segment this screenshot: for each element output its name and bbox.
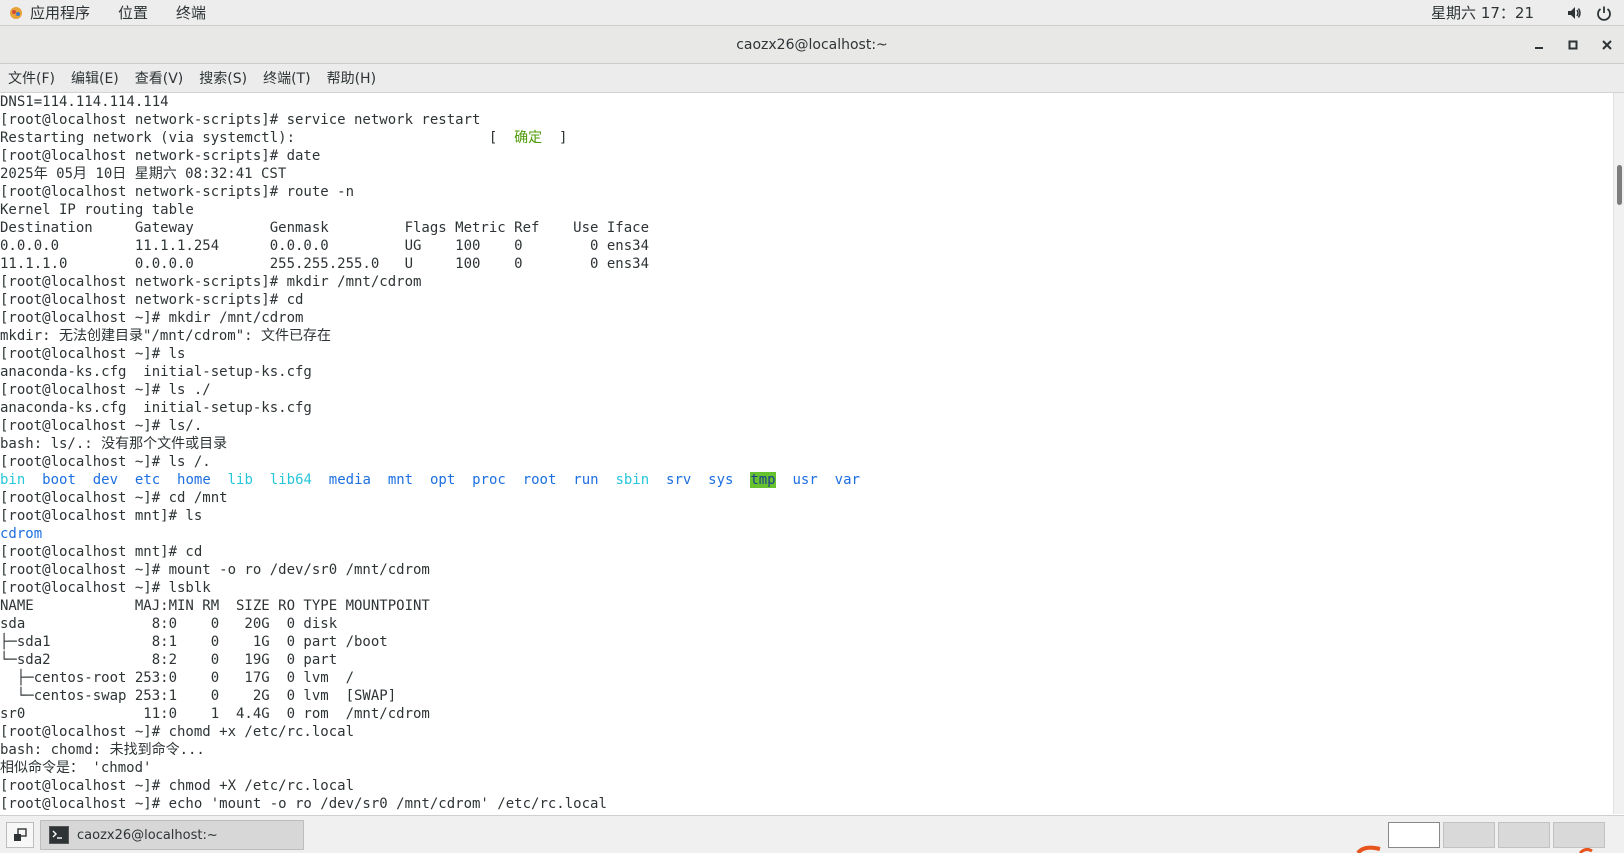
- terminal-line: [root@localhost network-scripts]# route …: [0, 184, 355, 200]
- ls-entry-home: home: [177, 472, 211, 488]
- scrollbar-thumb[interactable]: [1617, 165, 1622, 205]
- terminal-line: bash: chomd: 未找到命令...: [0, 742, 205, 758]
- terminal-line: [root@localhost network-scripts]# mkdir …: [0, 274, 422, 290]
- terminal-line: [root@localhost ~]# echo 'mount -o ro /d…: [0, 796, 607, 812]
- terminal-line: NAME MAJ:MIN RM SIZE RO TYPE MOUNTPOINT: [0, 598, 430, 614]
- taskbar-window-label: caozx26@localhost:~: [77, 827, 218, 843]
- ls-entry-etc: etc: [134, 472, 161, 488]
- terminal-line: └─centos-swap 253:1 0 2G 0 lvm [SWAP]: [0, 688, 397, 704]
- ls-entry-mnt: mnt: [387, 472, 414, 488]
- terminal-line: └─sda2 8:2 0 19G 0 part: [0, 652, 338, 668]
- annotation-mark: [1356, 845, 1593, 853]
- bottom-panel: caozx26@localhost:~: [0, 815, 1624, 853]
- terminal-line: anaconda-ks.cfg initial-setup-ks.cfg: [0, 364, 312, 380]
- terminal-line: sr0 11:0 1 4.4G 0 rom /mnt/cdrom: [0, 706, 430, 722]
- ls-entry-lib64: lib64: [269, 472, 312, 488]
- window-controls: [1522, 26, 1624, 63]
- terminal-app-menu[interactable]: 终端: [176, 2, 206, 23]
- menu-help[interactable]: 帮助(H): [327, 68, 376, 88]
- taskbar-terminal-window[interactable]: caozx26@localhost:~: [40, 820, 304, 850]
- terminal-line: anaconda-ks.cfg initial-setup-ks.cfg: [0, 400, 312, 416]
- terminal-output[interactable]: DNS1=114.114.114.114 [root@localhost net…: [0, 93, 1614, 814]
- power-icon[interactable]: [1594, 3, 1614, 23]
- terminal-line: mkdir: 无法创建目录"/mnt/cdrom": 文件已存在: [0, 328, 332, 344]
- terminal-line: [root@localhost ~]# ls /.: [0, 454, 211, 470]
- terminal-line: [root@localhost ~]# mkdir /mnt/cdrom: [0, 310, 304, 326]
- restart-close-bracket: ]: [559, 130, 568, 146]
- terminal-line: [root@localhost ~]# mount -o ro /dev/sr0…: [0, 562, 430, 578]
- terminal-line: [root@localhost ~]# lsblk: [0, 580, 211, 596]
- terminal-line: ├─centos-root 253:0 0 17G 0 lvm /: [0, 670, 355, 686]
- ls-entry-proc: proc: [472, 472, 506, 488]
- terminal-line: DNS1=114.114.114.114: [0, 94, 169, 110]
- terminal-line: sda 8:0 0 20G 0 disk: [0, 616, 338, 632]
- clock[interactable]: 星期六 17：21: [1431, 2, 1534, 23]
- terminal-line: bash: ls/.: 没有那个文件或目录: [0, 436, 228, 452]
- applications-menu[interactable]: 应用程序: [30, 2, 90, 23]
- terminal-line: 相似命令是： 'chmod': [0, 760, 152, 776]
- menu-edit[interactable]: 编辑(E): [71, 68, 119, 88]
- terminal-line: [root@localhost ~]# cd /mnt: [0, 490, 228, 506]
- terminal-line: Restarting network (via systemctl): [ 确定…: [0, 129, 1614, 147]
- top-panel-right: 星期六 17：21: [1431, 0, 1624, 25]
- terminal-line: [root@localhost ~]# chomd +x /etc/rc.loc…: [0, 724, 355, 740]
- ls-mnt-output: cdrom: [0, 526, 43, 542]
- menubar: 文件(F) 编辑(E) 查看(V) 搜索(S) 终端(T) 帮助(H): [0, 64, 1624, 93]
- terminal-line: [root@localhost ~]# ls: [0, 346, 186, 362]
- top-panel: 应用程序 位置 终端 星期六 17：21: [0, 0, 1624, 26]
- ls-entry-usr: usr: [792, 472, 818, 488]
- restart-line-text: Restarting network (via systemctl): [: [0, 130, 498, 146]
- terminal-line: [root@localhost mnt]# ls: [0, 508, 203, 524]
- ls-entry-dev: dev: [92, 472, 119, 488]
- maximize-icon[interactable]: [1556, 26, 1590, 63]
- window-titlebar[interactable]: caozx26@localhost:~: [0, 26, 1624, 64]
- terminal-line: [root@localhost ~]# ls ./: [0, 382, 211, 398]
- minimize-icon[interactable]: [1522, 26, 1556, 63]
- window-title: caozx26@localhost:~: [736, 36, 888, 53]
- terminal-line: [root@localhost network-scripts]# cd: [0, 292, 304, 308]
- menu-view[interactable]: 查看(V): [135, 68, 184, 88]
- terminal-icon: [49, 826, 69, 844]
- apps-icon[interactable]: [7, 4, 25, 22]
- terminal-line: [root@localhost mnt]# cd: [0, 544, 203, 560]
- volume-icon[interactable]: [1564, 3, 1584, 23]
- show-desktop-icon[interactable]: [6, 822, 34, 848]
- ls-entry-bin: bin: [0, 472, 26, 488]
- ls-entry-opt: opt: [429, 472, 456, 488]
- ls-entry-media: media: [328, 472, 371, 488]
- ls-entry-sys: sys: [708, 472, 734, 488]
- ls-entry-srv: srv: [666, 472, 692, 488]
- terminal-line: 11.1.1.0 0.0.0.0 255.255.255.0 U 100 0 0…: [0, 256, 650, 272]
- top-panel-left: 应用程序 位置 终端: [0, 0, 234, 25]
- close-icon[interactable]: [1590, 26, 1624, 63]
- terminal-line: ├─sda1 8:1 0 1G 0 part /boot: [0, 634, 388, 650]
- terminal-line: [root@localhost ~]# chmod +X /etc/rc.loc…: [0, 778, 355, 794]
- menu-file[interactable]: 文件(F): [8, 68, 55, 88]
- places-menu[interactable]: 位置: [118, 2, 148, 23]
- terminal-scrollbar[interactable]: [1613, 93, 1624, 814]
- menu-terminal[interactable]: 终端(T): [263, 68, 310, 88]
- ls-entry-run: run: [573, 472, 599, 488]
- ls-entry-root: root: [522, 472, 557, 488]
- ls-entry-sbin: sbin: [615, 472, 650, 488]
- ls-entry-tmp: tmp: [750, 472, 776, 488]
- terminal-line: 2025年 05月 10日 星期六 08:32:41 CST: [0, 166, 287, 182]
- terminal-line: [root@localhost network-scripts]# servic…: [0, 112, 481, 128]
- terminal-line: [root@localhost network-scripts]# date: [0, 148, 321, 164]
- ls-entry-boot: boot: [42, 472, 76, 488]
- terminal-line: [root@localhost ~]# ls/.: [0, 418, 203, 434]
- ls-entry-lib: lib: [227, 472, 253, 488]
- restart-ok-status: 确定: [514, 130, 543, 146]
- menu-search[interactable]: 搜索(S): [199, 68, 247, 88]
- ls-root-output: bin boot dev etc home lib lib64 media mn…: [0, 471, 1614, 489]
- terminal-line: Kernel IP routing table: [0, 202, 194, 218]
- terminal-line: Destination Gateway Genmask Flags Metric…: [0, 220, 650, 236]
- ls-entry-var: var: [834, 472, 860, 488]
- terminal-line: 0.0.0.0 11.1.1.254 0.0.0.0 UG 100 0 0 en…: [0, 238, 650, 254]
